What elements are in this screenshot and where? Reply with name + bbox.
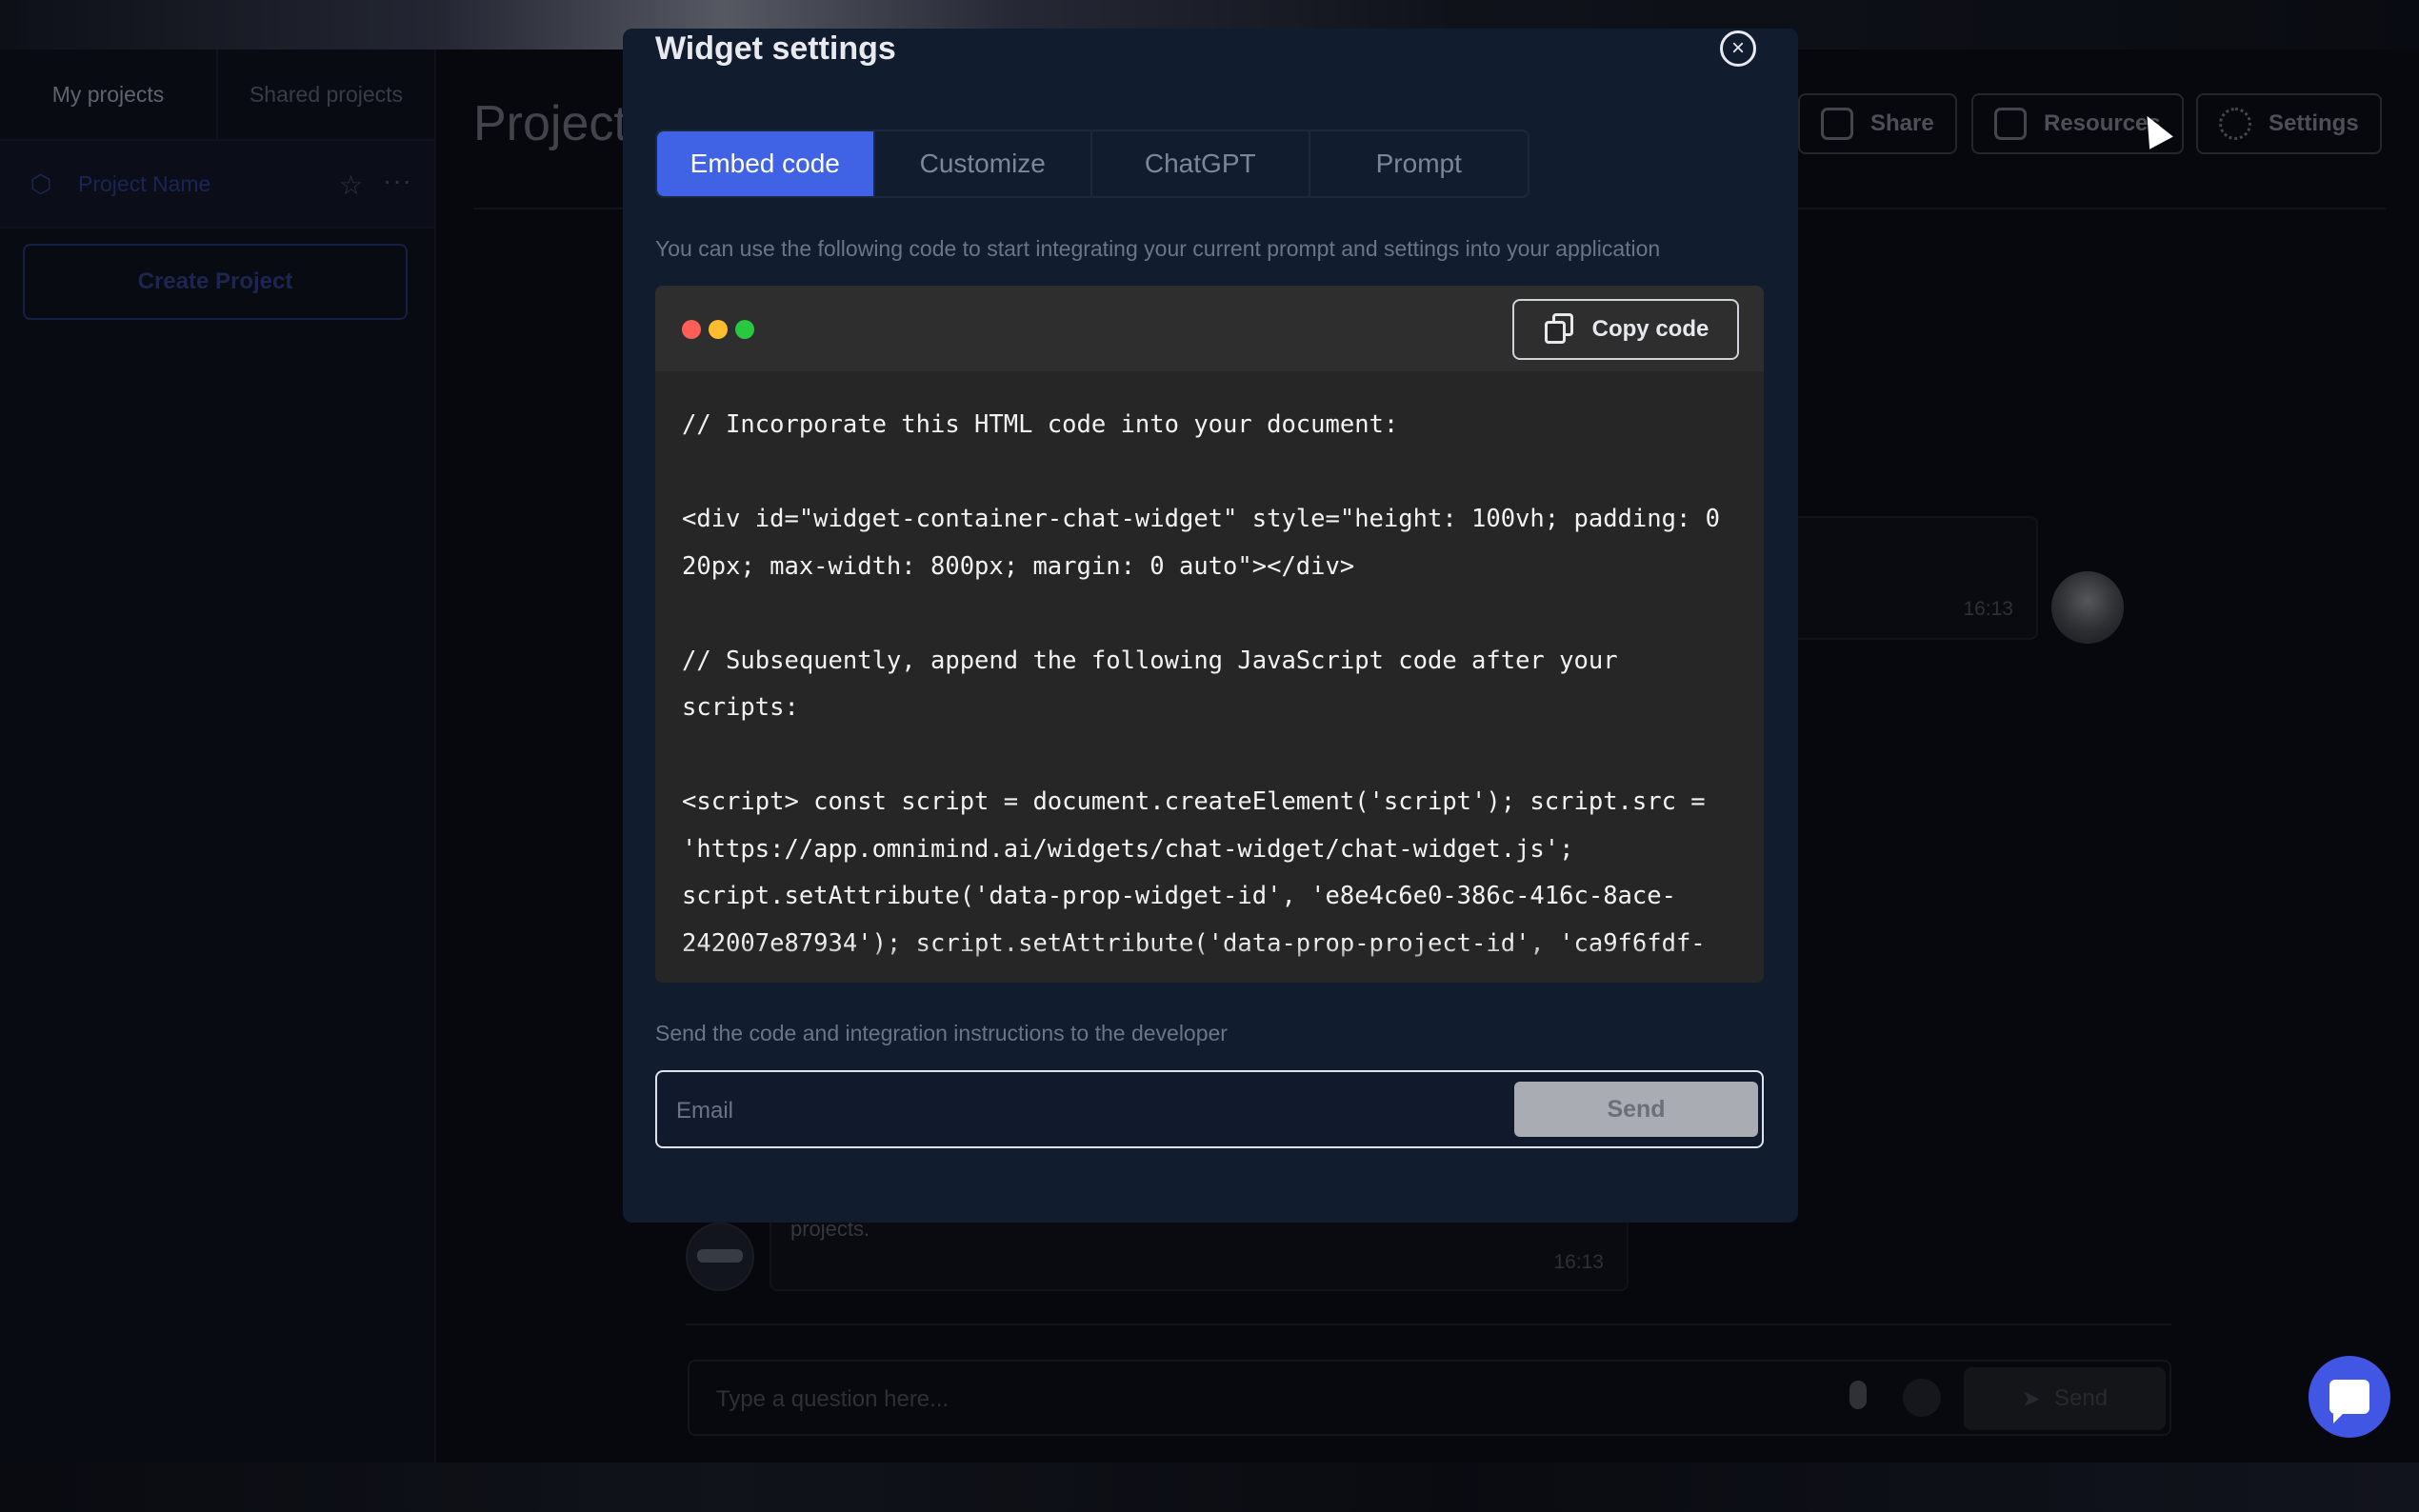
modal-title: Widget settings <box>655 30 896 67</box>
close-dot <box>682 320 701 339</box>
maximize-dot <box>735 320 754 339</box>
send-instructions-label: Send the code and integration instructio… <box>655 1021 1228 1045</box>
code-panel-header: Copy code <box>655 286 1764 371</box>
code-fade <box>655 943 1764 983</box>
copy-icon <box>1543 313 1575 346</box>
tab-chatgpt[interactable]: ChatGPT <box>1092 131 1310 196</box>
embed-description: You can use the following code to start … <box>655 236 1661 261</box>
copy-code-label: Copy code <box>1591 316 1709 342</box>
chat-support-button[interactable] <box>2309 1356 2390 1438</box>
app-screen: My projects Shared projects ⬡ Project Na… <box>0 0 2419 1512</box>
tab-embed-code[interactable]: Embed code <box>657 131 875 196</box>
tab-prompt[interactable]: Prompt <box>1310 131 1529 196</box>
code-snippet[interactable]: // Incorporate this HTML code into your … <box>682 402 1749 973</box>
close-icon[interactable]: × <box>1720 30 1756 67</box>
copy-code-button[interactable]: Copy code <box>1512 299 1739 360</box>
modal-tabs: Embed code Customize ChatGPT Prompt <box>655 129 1529 198</box>
code-panel: Copy code // Incorporate this HTML code … <box>655 286 1764 983</box>
chat-bubble-icon <box>2329 1380 2369 1423</box>
email-field[interactable] <box>676 1095 1495 1127</box>
widget-settings-modal: Widget settings × Embed code Customize C… <box>623 29 1798 1223</box>
email-send-form: Send <box>655 1070 1764 1148</box>
send-button[interactable]: Send <box>1514 1082 1758 1137</box>
minimize-dot <box>709 320 728 339</box>
tab-customize[interactable]: Customize <box>875 131 1092 196</box>
